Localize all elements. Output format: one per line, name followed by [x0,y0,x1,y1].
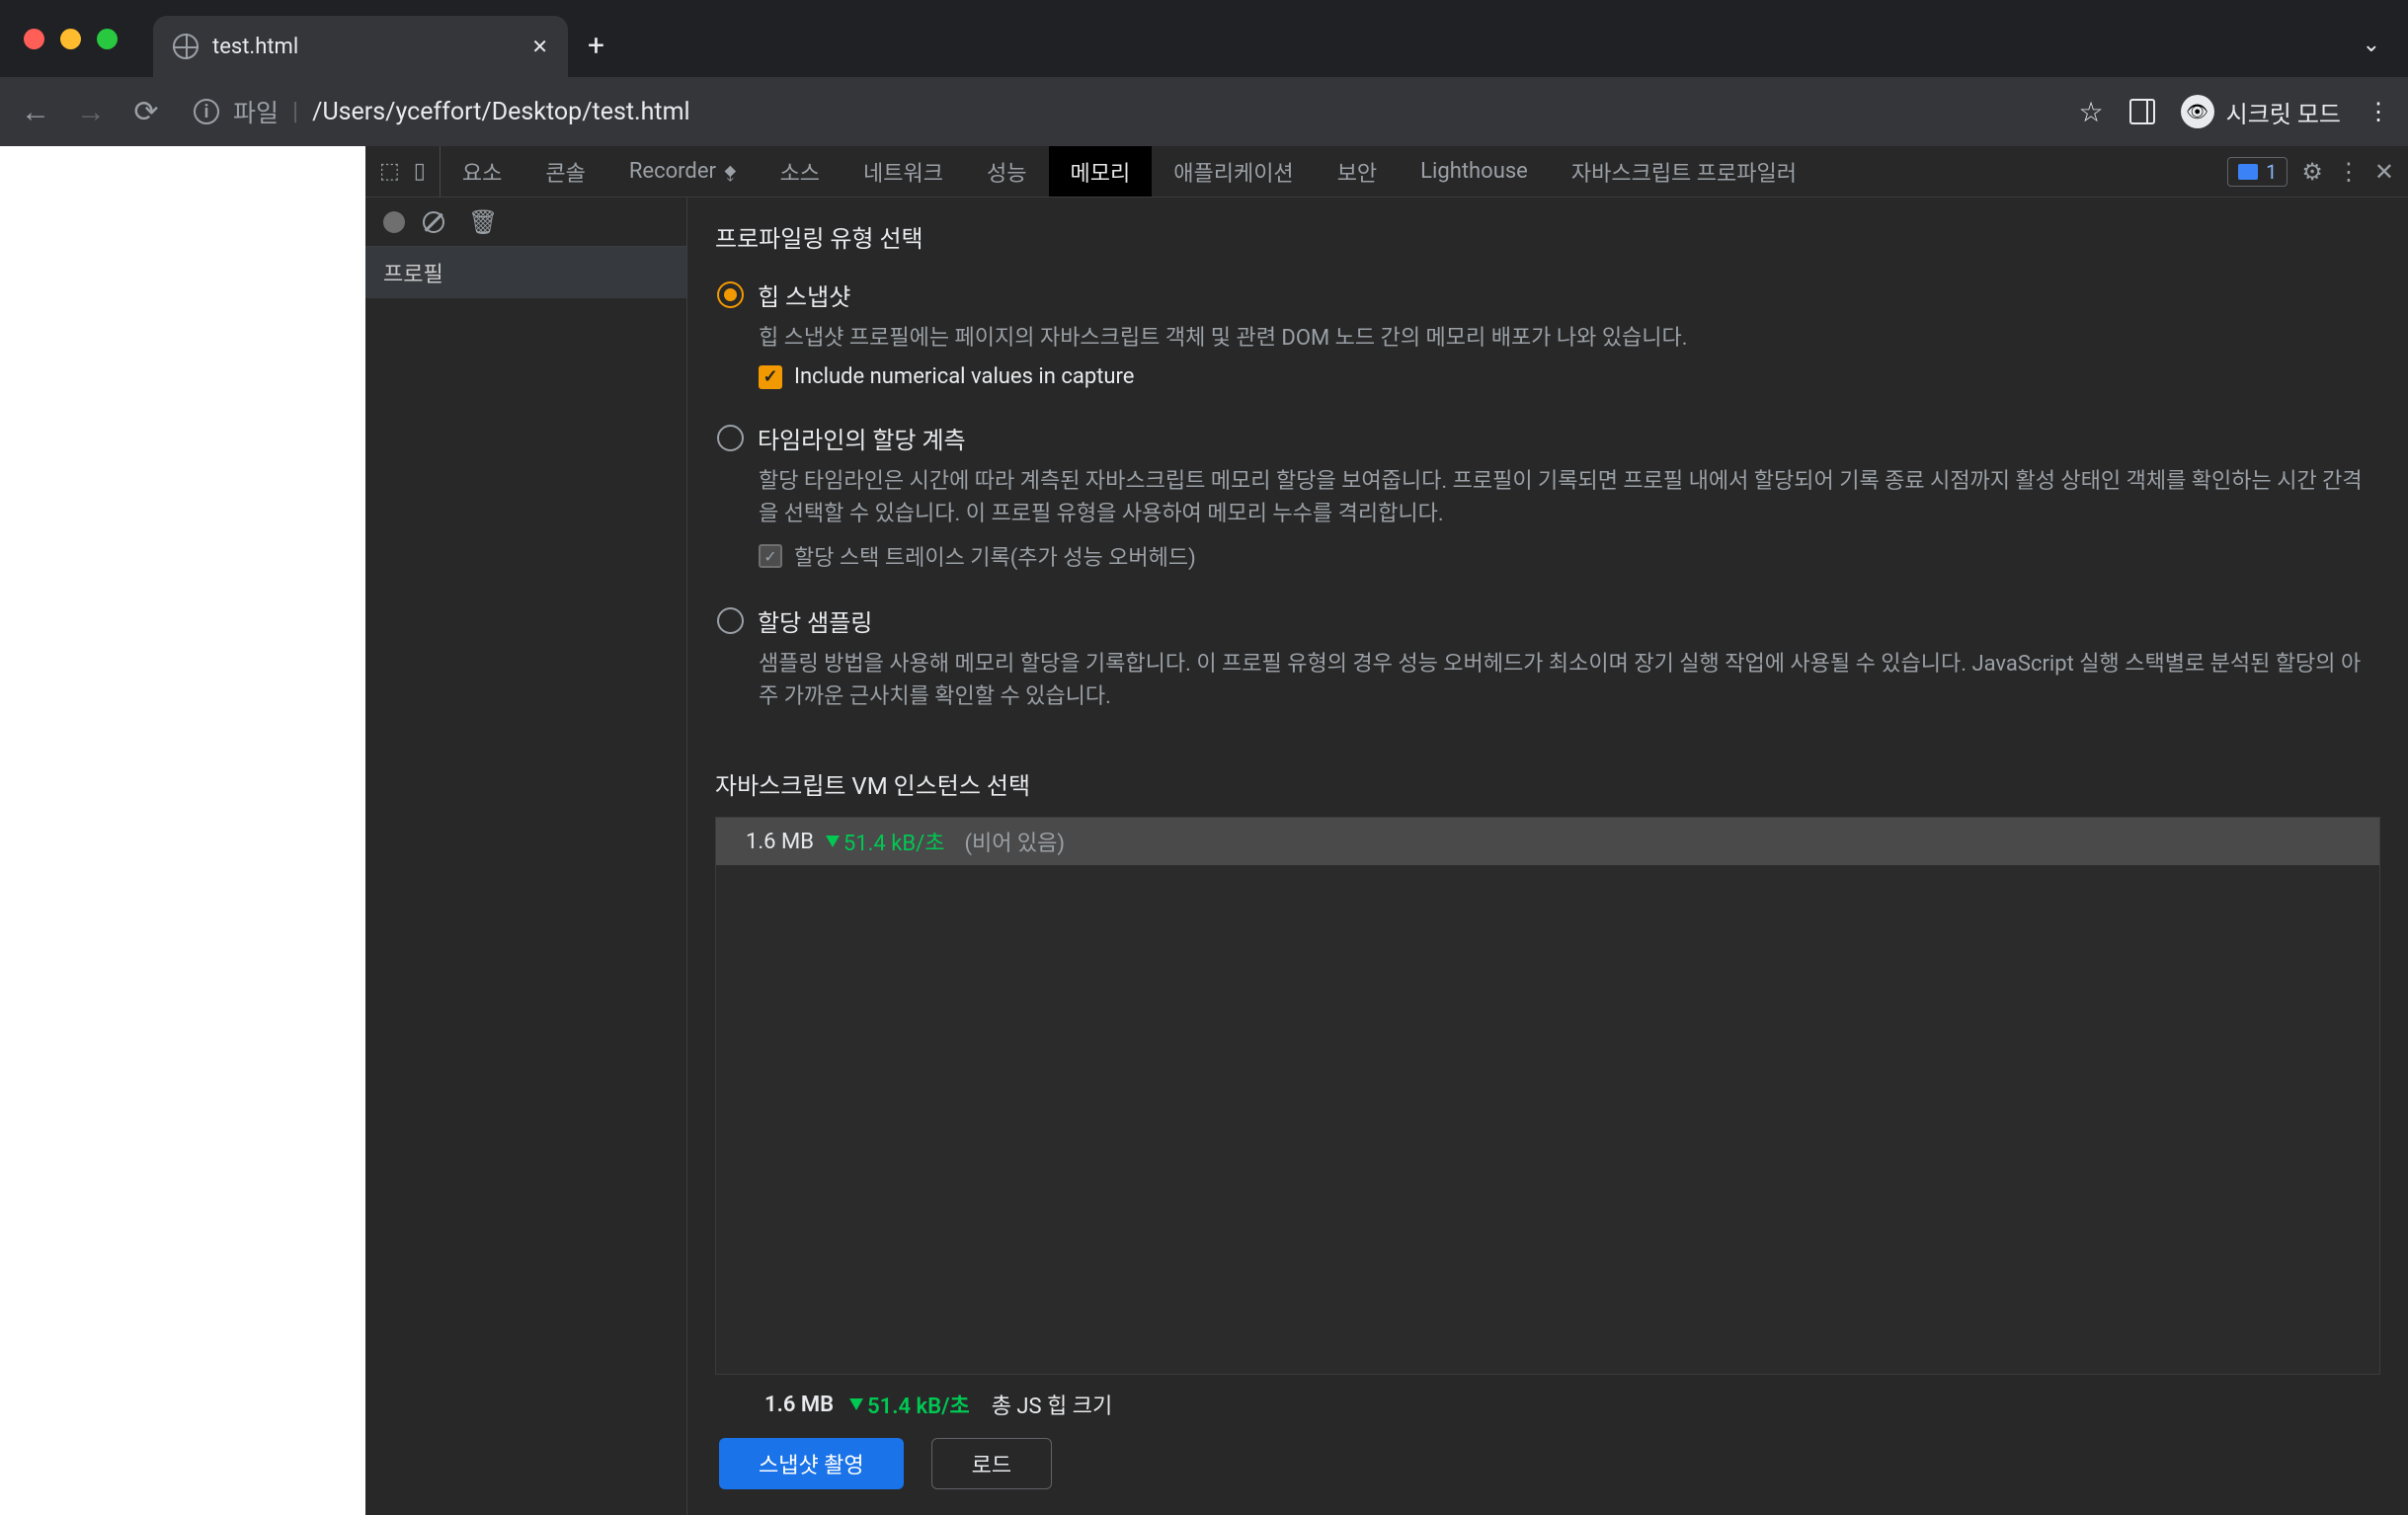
device-toolbar-icon[interactable]: ▯ [414,159,426,184]
tab-elements[interactable]: 요소 [441,146,523,197]
sidebar-item-profile[interactable]: 프로필 [365,247,686,298]
tab-console[interactable]: 콘솔 [523,146,606,197]
tab-lighthouse[interactable]: Lighthouse [1399,146,1550,197]
window-close-button[interactable] [24,29,44,49]
bookmark-icon[interactable]: ☆ [2079,96,2104,128]
load-button[interactable]: 로드 [931,1438,1052,1489]
tab-performance[interactable]: 성능 [965,146,1048,197]
vm-rate: 51.4 kB/초 [826,826,945,857]
tab-title: test.html [212,35,518,59]
vm-size: 1.6 MB [746,830,814,854]
tab-js-profiler[interactable]: 자바스크립트 프로파일러 [1550,146,1818,197]
tab-application[interactable]: 애플리케이션 [1152,146,1315,197]
option-desc: 샘플링 방법을 사용해 메모리 할당을 기록합니다. 이 프로필 유형의 경우 … [759,648,2380,713]
tab-network[interactable]: 네트워크 [842,146,965,197]
devtools-menu-icon[interactable]: ⋮ [2337,158,2361,186]
browser-menu-icon[interactable]: ⋮ [2367,98,2390,125]
tab-sources[interactable]: 소스 [759,146,842,197]
address-bar: ← → ⟳ i 파일 | /Users/yceffort/Desktop/tes… [0,77,2408,146]
devtools-tabs: ⬚ ▯ 요소 콘솔 Recorder⧪ 소스 네트워크 성능 메모리 애플리케이… [365,146,2408,198]
reload-button[interactable]: ⟳ [128,95,164,129]
take-snapshot-button[interactable]: 스냅샷 촬영 [719,1438,904,1489]
option-title: 할당 샘플링 [758,603,872,638]
address-path: /Users/yceffort/Desktop/test.html [312,98,689,126]
vm-section-title: 자바스크립트 VM 인스턴스 선택 [715,766,2380,801]
address-scheme: 파일 [233,94,279,129]
checkbox-label: 할당 스택 트레이스 기록(추가 성능 오버헤드) [794,540,1196,572]
option-desc: 힙 스냅샷 프로필에는 페이지의 자바스크립트 객체 및 관련 DOM 노드 간… [759,322,2380,355]
new-tab-button[interactable]: + [588,29,604,63]
incognito-label: 시크릿 모드 [2226,95,2341,129]
profiling-type-title: 프로파일링 유형 선택 [715,219,2380,254]
arrow-down-icon [849,1398,863,1410]
vm-instances-list: 1.6 MB 51.4 kB/초 (비어 있음) [715,817,2380,1375]
inspect-icon[interactable]: ⬚ [379,159,400,184]
total-label: 총 JS 힙 크기 [992,1389,1113,1420]
record-button[interactable] [383,211,405,233]
arrow-down-icon [826,836,840,847]
page-content [0,146,365,1515]
site-info-icon[interactable]: i [194,99,219,124]
radio-allocation-sampling[interactable] [717,607,744,634]
trash-icon[interactable]: 🗑 [468,208,498,236]
issues-icon [2238,164,2258,180]
radio-allocation-timeline[interactable] [717,425,744,451]
option-desc: 할당 타임라인은 시간에 따라 계측된 자바스크립트 메모리 할당을 보여줍니다… [759,465,2380,530]
devtools-close-icon[interactable]: ✕ [2374,158,2394,186]
gear-icon[interactable]: ⚙ [2301,158,2323,186]
window-minimize-button[interactable] [60,29,81,49]
option-allocation-timeline[interactable]: 타임라인의 할당 계측 할당 타임라인은 시간에 따라 계측된 자바스크립트 메… [715,421,2380,572]
window-controls [24,29,118,49]
option-heap-snapshot[interactable]: 힙 스냅샷 힙 스냅샷 프로필에는 페이지의 자바스크립트 객체 및 관련 DO… [715,278,2380,389]
option-title: 힙 스냅샷 [758,278,850,312]
side-panel-icon[interactable] [2129,99,2155,124]
beaker-icon: ⧪ [724,162,737,182]
checkbox-icon[interactable]: ✓ [759,544,782,568]
incognito-icon: 👁 [2181,95,2214,128]
clear-icon[interactable] [423,211,444,233]
profiles-sidebar: 🗑 프로필 [365,198,687,1515]
checkbox-icon[interactable]: ✓ [759,365,782,389]
checkbox-stack-trace[interactable]: ✓ 할당 스택 트레이스 기록(추가 성능 오버헤드) [759,540,2380,572]
radio-heap-snapshot[interactable] [717,281,744,308]
vm-label: (비어 있음) [964,826,1065,857]
globe-icon [173,34,199,59]
browser-tab[interactable]: test.html ✕ [153,16,568,77]
option-allocation-sampling[interactable]: 할당 샘플링 샘플링 방법을 사용해 메모리 할당을 기록합니다. 이 프로필 … [715,603,2380,723]
window-zoom-button[interactable] [97,29,118,49]
vm-instance-row[interactable]: 1.6 MB 51.4 kB/초 (비어 있음) [716,818,2379,865]
back-button[interactable]: ← [18,95,53,129]
address-box[interactable]: i 파일 | /Users/yceffort/Desktop/test.html [184,94,2040,129]
total-heap-row: 1.6 MB 51.4 kB/초 총 JS 힙 크기 [715,1375,2380,1434]
checkbox-label: Include numerical values in capture [794,364,1134,389]
close-icon[interactable]: ✕ [531,35,548,58]
checkbox-include-numerical[interactable]: ✓ Include numerical values in capture [759,364,2380,389]
tab-security[interactable]: 보안 [1316,146,1399,197]
option-title: 타임라인의 할당 계측 [758,421,966,455]
total-rate: 51.4 kB/초 [849,1389,970,1420]
forward-button[interactable]: → [73,95,109,129]
devtools-panel: ⬚ ▯ 요소 콘솔 Recorder⧪ 소스 네트워크 성능 메모리 애플리케이… [365,146,2408,1515]
browser-tab-bar: test.html ✕ + ⌄ [0,0,2408,77]
tab-memory[interactable]: 메모리 [1049,146,1153,197]
incognito-indicator[interactable]: 👁 시크릿 모드 [2181,95,2341,129]
tab-recorder[interactable]: Recorder⧪ [607,146,759,197]
issues-badge[interactable]: 1 [2227,157,2288,187]
total-size: 1.6 MB [764,1393,834,1417]
tabs-dropdown-icon[interactable]: ⌄ [2363,33,2380,57]
issues-count: 1 [2266,160,2277,184]
